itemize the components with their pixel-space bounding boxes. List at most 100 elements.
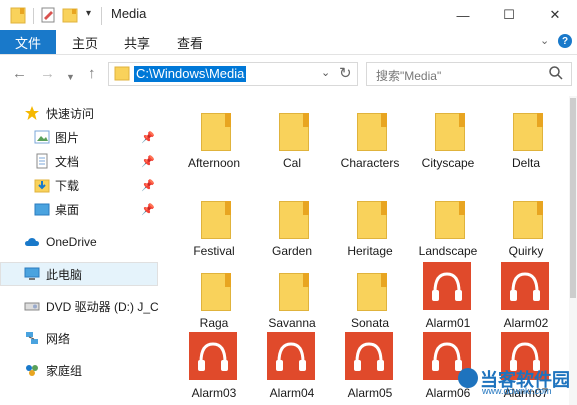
file-name-label: Festival [193,244,235,258]
nav-item-documents[interactable]: 文档 📌 [0,149,158,173]
audio-file-item[interactable]: Alarm02 [488,261,560,333]
homegroup-icon [24,362,40,378]
toolbar-separator [101,7,102,25]
tab-home[interactable]: 主页 [72,30,98,54]
file-name-label: Quirky [508,244,544,258]
folder-tab [381,113,387,127]
recent-locations-icon[interactable]: ▼ [66,69,75,85]
forward-arrow-icon[interactable]: → [40,66,55,82]
tab-file[interactable]: 文件 [0,30,56,54]
folder-icon [426,195,472,245]
audio-tile [501,262,549,310]
folder-tab [225,273,231,287]
file-name-label: Alarm04 [269,386,315,400]
quick-access-dropdown-icon[interactable]: ▾ [86,8,91,19]
navigation-pane: 快速访问 图片 📌 文档 📌 下载 📌 桌面 📌 OneDrive 此电脑 DV… [0,93,162,405]
properties-icon[interactable] [40,6,56,24]
folder-item[interactable]: Savanna [254,261,326,333]
chevron-down-icon[interactable]: ⌄ [321,66,330,79]
tab-view[interactable]: 查看 [177,30,203,54]
folder-icon [192,267,238,317]
folder-tab [225,113,231,127]
navigation-bar: ← → ▼ ↑ C:\Windows\Media ⌄ ↻ 搜索"Media" [0,55,577,93]
new-folder-icon[interactable] [62,6,78,24]
audio-file-item[interactable]: Alarm03 [176,331,248,403]
watermark-url: www.downkr.com [482,386,552,396]
folder-item[interactable]: Landscape [410,189,482,261]
nav-label: 网络 [46,331,71,346]
folder-icon [10,7,26,24]
nav-item-quick-access[interactable]: 快速访问 [0,101,158,125]
nav-item-this-pc[interactable]: 此电脑 [0,262,158,286]
address-path[interactable]: C:\Windows\Media [134,66,247,82]
folder-tab [537,201,543,215]
folder-icon [348,195,394,245]
nav-label: 此电脑 [46,267,83,282]
nav-item-homegroup[interactable]: 家庭组 [0,358,158,382]
help-icon[interactable]: ? [558,34,572,48]
nav-label: 桌面 [55,202,80,217]
folder-item[interactable]: Cityscape [410,101,482,173]
folder-item[interactable]: Characters [332,101,404,173]
folder-item[interactable]: Quirky [488,189,560,261]
pin-icon[interactable]: 📌 [141,203,155,216]
maximize-button[interactable]: ☐ [486,0,532,30]
back-arrow-icon[interactable]: ← [12,66,27,82]
nav-item-onedrive[interactable]: OneDrive [0,230,158,254]
folder-item[interactable]: Afternoon [176,101,248,173]
nav-item-desktop[interactable]: 桌面 📌 [0,197,158,221]
pin-icon[interactable]: 📌 [141,131,155,144]
desktop-icon [34,201,50,217]
audio-file-item[interactable]: Alarm01 [410,261,482,333]
folder-item[interactable]: Garden [254,189,326,261]
up-arrow-icon[interactable]: ↑ [88,66,96,82]
watermark-logo-icon [458,368,478,388]
folder-item[interactable]: Delta [488,101,560,173]
file-name-label: Raga [199,316,229,330]
pin-icon[interactable]: 📌 [141,155,155,168]
audio-tile [345,332,393,380]
expand-ribbon-icon[interactable]: ⌄ [540,34,549,47]
tab-share[interactable]: 共享 [124,30,150,54]
watermark: 当客软件园 www.downkr.com [458,364,577,400]
scrollbar-thumb[interactable] [570,98,576,298]
search-placeholder: 搜索"Media" [376,69,442,83]
folder-tab [381,201,387,215]
close-button[interactable]: ✕ [532,0,577,30]
search-icon[interactable] [548,64,564,82]
headphones-icon [423,262,472,317]
pin-icon[interactable]: 📌 [141,179,155,192]
folder-item[interactable]: Sonata [332,261,404,333]
folder-item[interactable]: Festival [176,189,248,261]
file-name-label: Characters [340,156,400,170]
address-bar[interactable]: C:\Windows\Media ⌄ ↻ [108,62,358,86]
file-name-label: Landscape [418,244,478,258]
nav-item-dvd-drive[interactable]: DVD 驱动器 (D:) J_C [0,294,159,318]
folder-icon [114,66,130,81]
minimize-button[interactable]: — [440,0,486,30]
audio-tile [423,262,471,310]
headphones-icon [189,332,238,387]
nav-item-pictures[interactable]: 图片 📌 [0,125,158,149]
folder-item[interactable]: Cal [254,101,326,173]
nav-label: 下载 [55,178,80,193]
nav-label: OneDrive [46,235,97,249]
folder-icon [270,107,316,157]
audio-tile [189,332,237,380]
folder-item[interactable]: Raga [176,261,248,333]
nav-item-network[interactable]: 网络 [0,326,158,350]
folder-tab [303,201,309,215]
folder-item[interactable]: Heritage [332,189,404,261]
search-box[interactable]: 搜索"Media" [366,62,572,86]
folder-tab [225,201,231,215]
audio-file-item[interactable]: Alarm04 [254,331,326,403]
vertical-scrollbar[interactable] [569,96,577,405]
audio-file-item[interactable]: Alarm05 [332,331,404,403]
nav-label: 文档 [55,154,80,169]
dvd-drive-icon [24,298,40,314]
refresh-icon[interactable]: ↻ [339,64,352,82]
folder-icon [270,267,316,317]
nav-label: DVD 驱动器 (D:) J_C [46,299,159,314]
folder-icon [192,107,238,157]
nav-item-downloads[interactable]: 下载 📌 [0,173,158,197]
